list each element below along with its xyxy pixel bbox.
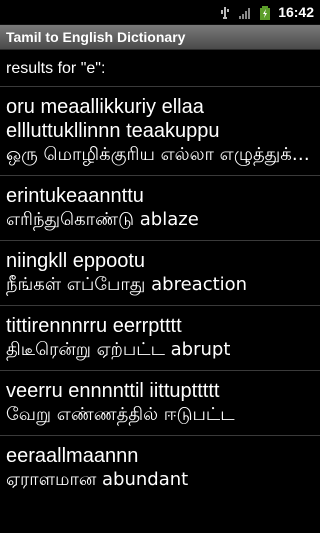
item-tamil: ஏராளமான abundant xyxy=(6,469,189,490)
item-tamil: திடீரென்று ஏற்பட்ட abrupt xyxy=(6,339,231,360)
item-tamil: வேறு எண்ணத்தில் ஈடுபட்ட xyxy=(6,404,235,425)
battery-icon xyxy=(258,5,272,20)
item-transliteration: oru meaallikkuriy ellaa ellluttukllinnn … xyxy=(6,96,220,142)
results-label: results for "e": xyxy=(6,60,106,77)
item-tamil: நீங்கள் எப்போது abreaction xyxy=(6,274,248,295)
usb-icon xyxy=(218,5,232,19)
list-item[interactable]: veerru ennnnttil iittupttttt வேறு எண்ணத்… xyxy=(0,370,320,435)
item-transliteration: eeraallmaannn xyxy=(6,445,139,467)
list-item[interactable]: niingkll eppootu நீங்கள் எப்போது abreact… xyxy=(0,240,320,305)
item-transliteration: erintukeaannttu xyxy=(6,185,144,207)
status-time: 16:42 xyxy=(278,4,314,20)
item-transliteration: veerru ennnnttil iittupttttt xyxy=(6,380,220,402)
item-transliteration: niingkll eppootu xyxy=(6,250,145,272)
app-title: Tamil to English Dictionary xyxy=(6,29,186,45)
list-item[interactable]: erintukeaannttu எரிந்துகொண்டு ablaze xyxy=(0,175,320,240)
item-tamil: எரிந்துகொண்டு ablaze xyxy=(6,209,199,230)
list-item[interactable]: tittirennnrru eerrptttt திடீரென்று ஏற்பட… xyxy=(0,305,320,370)
list-item[interactable]: oru meaallikkuriy ellaa ellluttukllinnn … xyxy=(0,86,320,175)
list-item[interactable]: eeraallmaannn ஏராளமான abundant xyxy=(0,435,320,500)
item-transliteration: tittirennnrru eerrptttt xyxy=(6,315,182,337)
app-title-bar: Tamil to English Dictionary xyxy=(0,25,320,50)
signal-icon xyxy=(238,5,252,19)
item-tamil: ஒரு மொழிக்குரிய எல்லா எழுத்துக்களின் தொக… xyxy=(6,144,314,165)
status-bar: 16:42 xyxy=(0,0,320,25)
results-list: oru meaallikkuriy ellaa ellluttukllinnn … xyxy=(0,86,320,500)
